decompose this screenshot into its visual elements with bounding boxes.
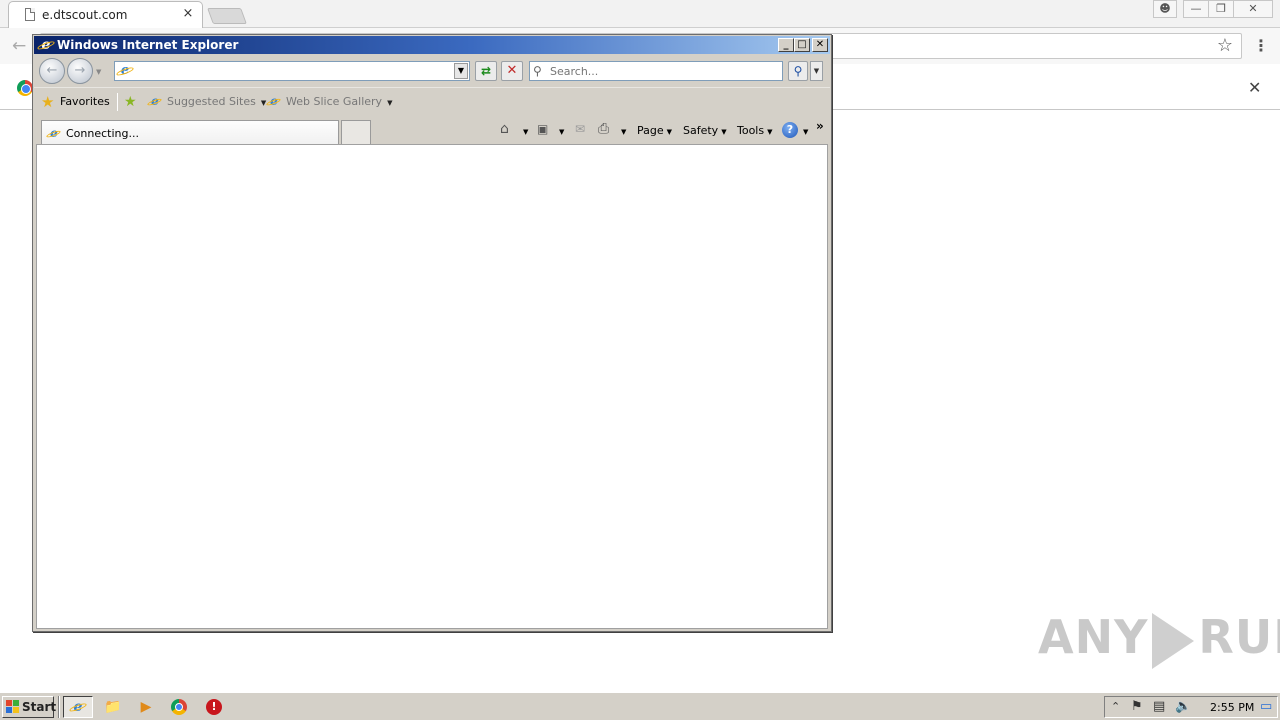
system-tray: ⌃ ⚑ ▤ 🔈 2:55 PM ▭ bbox=[1104, 696, 1278, 718]
watermark-left-text: ANY bbox=[1038, 610, 1149, 664]
user-icon[interactable]: ☻ bbox=[1153, 0, 1177, 18]
print-icon[interactable]: ⎙ bbox=[598, 121, 609, 137]
home-icon[interactable]: ⌂ bbox=[500, 121, 509, 137]
bookmark-star-icon[interactable]: ☆ bbox=[1217, 35, 1233, 56]
ie-page-icon: e bbox=[115, 63, 134, 79]
help-icon[interactable]: ? bbox=[782, 122, 798, 138]
search-go-icon[interactable]: ⚲ bbox=[788, 61, 808, 81]
address-bar[interactable]: e ▼ bbox=[114, 61, 470, 81]
search-input[interactable] bbox=[550, 64, 778, 79]
page-icon bbox=[25, 8, 35, 21]
home-dropdown-icon[interactable]: ▼ bbox=[520, 124, 528, 137]
stop-icon[interactable]: ✕ bbox=[501, 61, 523, 81]
safety-menu-label: Safety bbox=[683, 124, 719, 137]
ie-page-icon: e bbox=[146, 94, 163, 108]
safety-menu[interactable]: Safety ▼ bbox=[683, 124, 727, 137]
chrome-tabstrip: e.dtscout.com × ☻ — ❐ ✕ bbox=[0, 0, 1280, 29]
chrome-tab[interactable]: e.dtscout.com × bbox=[8, 1, 203, 29]
chrome-logo-icon bbox=[17, 80, 33, 96]
anyrun-watermark: ANY RUN bbox=[1038, 606, 1280, 669]
ie-window: e Windows Internet Explorer _ □ ✕ ← → ▼ … bbox=[32, 34, 832, 632]
chrome-menu-icon[interactable]: ⋮ bbox=[1253, 36, 1269, 55]
more-commands-chevron-icon[interactable]: » bbox=[816, 119, 824, 133]
page-menu-label: Page bbox=[637, 124, 664, 137]
page-menu[interactable]: Page ▼ bbox=[637, 124, 672, 137]
favorites-star-icon[interactable]: ★ bbox=[41, 94, 54, 110]
divider bbox=[58, 696, 60, 718]
ie-tab-title: Connecting... bbox=[66, 127, 139, 140]
play-icon bbox=[1152, 612, 1195, 669]
forward-icon[interactable]: → bbox=[67, 58, 93, 84]
address-dropdown-icon[interactable]: ▼ bbox=[454, 63, 468, 79]
tray-expand-icon[interactable]: ⌃ bbox=[1111, 699, 1120, 715]
minimize-button[interactable]: — bbox=[1183, 0, 1209, 18]
ie-minimize-button[interactable]: _ bbox=[778, 38, 794, 52]
suggested-sites-label: Suggested Sites bbox=[167, 95, 256, 108]
new-tab-button[interactable] bbox=[207, 8, 247, 24]
tools-menu[interactable]: Tools ▼ bbox=[737, 124, 773, 137]
favorites-button[interactable]: Favorites bbox=[60, 95, 110, 108]
back-icon[interactable]: ← bbox=[39, 58, 65, 84]
back-arrow-icon[interactable]: ← bbox=[12, 36, 26, 56]
chrome-tab-title: e.dtscout.com bbox=[42, 8, 128, 22]
ie-tab[interactable]: e Connecting... bbox=[41, 120, 339, 144]
web-slice-gallery-label: Web Slice Gallery bbox=[286, 95, 383, 108]
suggested-sites-link[interactable]: e Suggested Sites ▼ bbox=[146, 94, 266, 108]
infobar-close-icon[interactable]: ✕ bbox=[1248, 78, 1261, 97]
web-slice-gallery-link[interactable]: e Web Slice Gallery ▼ bbox=[265, 94, 393, 108]
volume-icon[interactable]: 🔈 bbox=[1175, 699, 1191, 715]
recent-pages-dropdown-icon[interactable]: ▼ bbox=[96, 68, 101, 76]
taskbar-stop-app-icon[interactable]: ! bbox=[199, 696, 229, 718]
network-icon[interactable]: ▤ bbox=[1153, 699, 1165, 715]
taskbar-chrome-icon[interactable] bbox=[164, 696, 194, 718]
ie-navbar: ← → ▼ e ▼ ⇄ ✕ ⚲ ⚲ ▼ bbox=[34, 55, 830, 85]
start-button[interactable]: Start bbox=[2, 696, 57, 718]
ie-logo-icon: e bbox=[36, 37, 55, 53]
divider bbox=[117, 93, 118, 111]
start-label: Start bbox=[22, 700, 57, 714]
ie-page-content[interactable] bbox=[36, 144, 828, 629]
tools-menu-label: Tools bbox=[737, 124, 765, 137]
ie-titlebar[interactable]: e Windows Internet Explorer _ □ ✕ bbox=[34, 36, 830, 54]
chevron-down-icon: ▼ bbox=[387, 99, 393, 107]
show-desktop-icon[interactable]: ▭ bbox=[1260, 699, 1272, 715]
taskbar-media-player-icon[interactable]: ▶ bbox=[131, 696, 161, 718]
ie-page-icon: e bbox=[265, 94, 282, 108]
print-dropdown-icon[interactable]: ▼ bbox=[618, 124, 626, 137]
add-to-favorites-icon[interactable]: ★ bbox=[124, 94, 137, 110]
feeds-icon[interactable]: ▣ bbox=[537, 121, 548, 137]
chevron-down-icon: ▼ bbox=[767, 128, 773, 136]
action-center-flag-icon[interactable]: ⚑ bbox=[1131, 699, 1143, 715]
help-dropdown-icon[interactable]: ▼ bbox=[800, 124, 808, 137]
chevron-down-icon: ▼ bbox=[721, 128, 727, 136]
command-bar: e Connecting... ⌂ ▼ ▣ ▼ ✉ ⎙ ▼ Page ▼ Safe… bbox=[34, 116, 830, 144]
close-icon[interactable]: × bbox=[181, 7, 195, 21]
close-button[interactable]: ✕ bbox=[1233, 0, 1273, 18]
taskbar-ie-icon[interactable]: e bbox=[63, 696, 93, 718]
ie-window-title: Windows Internet Explorer bbox=[57, 38, 239, 52]
mail-icon[interactable]: ✉ bbox=[575, 121, 585, 137]
search-box[interactable]: ⚲ bbox=[529, 61, 783, 81]
feeds-dropdown-icon[interactable]: ▼ bbox=[556, 124, 564, 137]
restore-button[interactable]: ❐ bbox=[1208, 0, 1234, 18]
taskbar: Start e 📁 ▶ ! ⌃ ⚑ ▤ 🔈 2:55 PM ▭ bbox=[0, 692, 1280, 720]
watermark-right-text: RUN bbox=[1198, 610, 1280, 664]
favorites-bar: ★ Favorites ★ e Suggested Sites ▼ e Web S… bbox=[34, 87, 830, 115]
search-options-dropdown-icon[interactable]: ▼ bbox=[810, 61, 823, 81]
ie-close-button[interactable]: ✕ bbox=[812, 38, 828, 52]
ie-new-tab-button[interactable] bbox=[341, 120, 371, 144]
taskbar-explorer-icon[interactable]: 📁 bbox=[98, 696, 128, 718]
chevron-down-icon: ▼ bbox=[666, 128, 673, 136]
search-icon: ⚲ bbox=[533, 64, 542, 78]
clock[interactable]: 2:55 PM bbox=[1210, 701, 1254, 714]
ie-page-icon: e bbox=[45, 126, 62, 140]
windows-flag-icon bbox=[6, 700, 20, 714]
refresh-icon[interactable]: ⇄ bbox=[475, 61, 497, 81]
ie-maximize-button[interactable]: □ bbox=[794, 38, 810, 52]
